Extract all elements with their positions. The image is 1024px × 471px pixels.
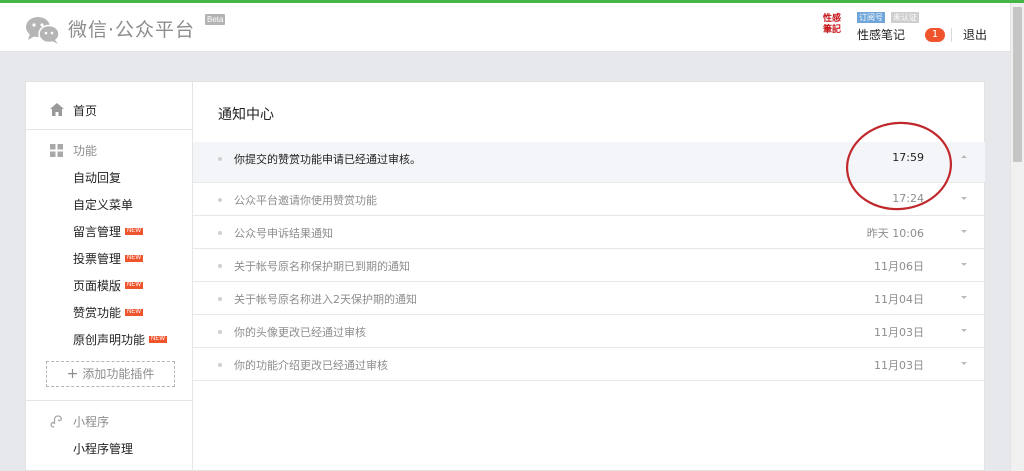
- chevron-up-icon[interactable]: [961, 155, 967, 158]
- bullet-dot: [218, 198, 222, 202]
- beta-badge: Beta: [205, 14, 226, 25]
- notification-title[interactable]: 你的头像更改已经通过审核: [234, 324, 366, 340]
- notification-time: 11月03日: [874, 326, 924, 339]
- notification-row[interactable]: 关于帐号原名称保护期已到期的通知 11月06日: [193, 249, 985, 282]
- notification-time: 11月03日: [874, 359, 924, 372]
- new-badge: NEW: [125, 228, 144, 235]
- notification-time: 11月04日: [874, 293, 924, 306]
- bullet-dot: [218, 157, 222, 161]
- notification-row[interactable]: 关于帐号原名称进入2天保护期的通知 11月04日: [193, 282, 985, 315]
- grid-icon: [50, 144, 63, 157]
- chevron-down-icon[interactable]: [961, 230, 967, 233]
- sidebar-item-original-declaration[interactable]: 原创声明功能 NEW: [73, 331, 168, 349]
- notification-title[interactable]: 关于帐号原名称进入2天保护期的通知: [234, 291, 417, 307]
- sidebar-group-label: 功能: [73, 144, 98, 158]
- notification-time: 昨天 10:06: [866, 227, 924, 240]
- new-badge: NEW: [125, 282, 144, 289]
- sidebar-item-label: 原创声明功能: [73, 333, 146, 347]
- brand-title[interactable]: 微信·公众平台: [68, 15, 195, 42]
- bullet-dot: [218, 363, 222, 367]
- notification-row[interactable]: 公众号申诉结果通知 昨天 10:06: [193, 216, 985, 249]
- plus-icon: +: [66, 366, 79, 382]
- sidebar-item-custom-menu[interactable]: 自定义菜单: [73, 196, 133, 214]
- chevron-down-icon[interactable]: [961, 197, 967, 200]
- sidebar-item-miniprogram-management[interactable]: 小程序管理: [73, 440, 133, 458]
- chevron-down-icon[interactable]: [961, 329, 967, 332]
- new-badge: NEW: [149, 336, 168, 343]
- chevron-down-icon[interactable]: [961, 296, 967, 299]
- home-icon: [50, 103, 64, 116]
- notification-title[interactable]: 关于帐号原名称保护期已到期的通知: [234, 258, 410, 274]
- bullet-dot: [218, 330, 222, 334]
- sidebar: 首页 功能 自动回复 自定义菜单 留言管理 NEW 投票管理 NEW 页面模版 NEW…: [26, 82, 193, 471]
- sidebar-item-label: 小程序管理: [73, 442, 134, 456]
- chevron-down-icon[interactable]: [961, 263, 967, 266]
- account-name[interactable]: 性感笔记: [857, 26, 905, 43]
- notification-time: 11月06日: [874, 260, 924, 273]
- bullet-dot: [218, 264, 222, 268]
- miniprogram-icon: [50, 415, 62, 428]
- sidebar-item-comments[interactable]: 留言管理 NEW: [73, 223, 144, 241]
- notification-title[interactable]: 公众平台邀请你使用赞赏功能: [234, 192, 377, 208]
- page-title: 通知中心: [218, 107, 274, 123]
- sidebar-item-label: 自定义菜单: [73, 198, 134, 212]
- sidebar-item-label: 赞赏功能: [73, 306, 122, 320]
- account-avatar[interactable]: 性感 筆記: [820, 14, 844, 42]
- logout-link[interactable]: 退出: [963, 26, 987, 43]
- add-plugin-button[interactable]: + 添加功能插件: [46, 361, 175, 387]
- sidebar-item-auto-reply[interactable]: 自动回复: [73, 169, 121, 187]
- sidebar-divider: [26, 400, 192, 401]
- sidebar-item-label: 留言管理: [73, 225, 122, 239]
- subscription-badge: 订阅号: [857, 12, 885, 23]
- sidebar-item-home[interactable]: 首页: [26, 82, 192, 130]
- unverified-badge: 未认证: [891, 12, 919, 23]
- scrollbar-thumb[interactable]: [1013, 7, 1022, 162]
- bullet-dot: [218, 297, 222, 301]
- bullet-dot: [218, 231, 222, 235]
- page-scrollbar[interactable]: [1010, 3, 1024, 471]
- notification-row[interactable]: 你的头像更改已经通过审核 11月03日: [193, 315, 985, 348]
- notification-title[interactable]: 你提交的赞赏功能申请已经通过审核。: [234, 151, 421, 167]
- wechat-logo-icon[interactable]: [25, 15, 61, 45]
- chevron-down-icon[interactable]: [961, 362, 967, 365]
- notification-count-badge[interactable]: 1: [925, 28, 945, 42]
- notification-row[interactable]: 你的功能介绍更改已经通过审核 11月03日: [193, 348, 985, 381]
- new-badge: NEW: [125, 309, 144, 316]
- content-panel: 首页 功能 自动回复 自定义菜单 留言管理 NEW 投票管理 NEW 页面模版 NEW…: [25, 81, 985, 471]
- sidebar-item-label: 投票管理: [73, 252, 122, 266]
- top-header: 微信·公众平台 Beta 性感 筆記 订阅号 未认证 性感笔记 1 退出: [0, 3, 1010, 52]
- add-plugin-label: 添加功能插件: [82, 367, 155, 381]
- header-divider: [951, 28, 952, 42]
- sidebar-item-label: 页面模版: [73, 279, 122, 293]
- red-annotation-circle: [845, 121, 953, 211]
- sidebar-item-label: 自动回复: [73, 171, 122, 185]
- sidebar-item-reward[interactable]: 赞赏功能 NEW: [73, 304, 144, 322]
- sidebar-group-label: 小程序: [73, 415, 110, 429]
- account-logo-text: 性感 筆記: [822, 14, 841, 35]
- sidebar-item-page-templates[interactable]: 页面模版 NEW: [73, 277, 144, 295]
- new-badge: NEW: [125, 255, 144, 262]
- sidebar-item-votes[interactable]: 投票管理 NEW: [73, 250, 144, 268]
- sidebar-item-label: 首页: [73, 104, 98, 118]
- notification-title[interactable]: 你的功能介绍更改已经通过审核: [234, 357, 388, 373]
- notification-title[interactable]: 公众号申诉结果通知: [234, 225, 333, 241]
